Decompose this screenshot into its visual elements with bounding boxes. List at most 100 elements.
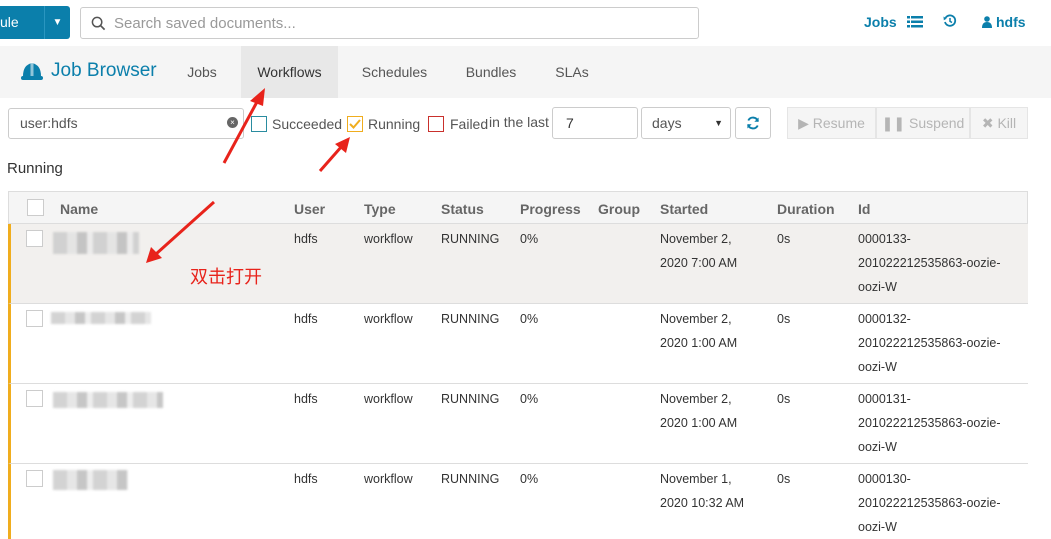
succeeded-label: Succeeded xyxy=(272,116,343,132)
main-button-label: ule xyxy=(0,14,19,30)
running-checkbox[interactable] xyxy=(347,116,363,132)
row-id-part3: oozi-W xyxy=(858,360,897,374)
header-name[interactable]: Name xyxy=(60,201,98,217)
refresh-button[interactable] xyxy=(735,107,771,139)
row-status: RUNNING xyxy=(441,392,500,406)
row-id-part2: 201022212535863-oozie- xyxy=(858,256,1001,270)
history-button[interactable] xyxy=(943,14,957,28)
days-count-input[interactable]: 7 xyxy=(552,107,638,139)
row-user: hdfs xyxy=(294,232,318,246)
redacted-name xyxy=(53,392,163,408)
row-progress: 0% xyxy=(520,312,539,326)
main-dropdown-button[interactable]: ule ▼ xyxy=(0,6,70,39)
row-started-time: 2020 1:00 AM xyxy=(660,416,738,430)
row-duration: 0s xyxy=(777,392,791,406)
row-user: hdfs xyxy=(294,312,318,326)
chevron-down-icon[interactable]: ▼ xyxy=(44,6,70,39)
header-user[interactable]: User xyxy=(294,201,325,217)
row-checkbox[interactable] xyxy=(26,470,43,487)
play-icon: ▶ xyxy=(798,115,809,131)
header-started[interactable]: Started xyxy=(660,201,708,217)
select-caret-icon: ▼ xyxy=(714,118,723,128)
days-unit-select[interactable]: days ▼ xyxy=(641,107,731,139)
row-started-date: November 2, xyxy=(660,232,732,246)
table-row[interactable]: hdfs workflow RUNNING 0% November 1, 202… xyxy=(8,464,1028,539)
header-type[interactable]: Type xyxy=(364,201,396,217)
app-title: Job Browser xyxy=(51,60,157,81)
resume-label: Resume xyxy=(812,115,865,131)
app-brand[interactable]: Job Browser xyxy=(20,60,157,82)
row-progress: 0% xyxy=(520,232,539,246)
filter-text-input[interactable]: user:hdfs xyxy=(8,108,244,139)
search-input[interactable]: Search saved documents... xyxy=(80,7,699,39)
tab-bundles[interactable]: Bundles xyxy=(455,46,527,98)
jobs-label: Jobs xyxy=(864,14,897,30)
arrowhead-running xyxy=(335,137,350,153)
row-type: workflow xyxy=(364,472,413,486)
header-progress[interactable]: Progress xyxy=(520,201,581,217)
table-row[interactable]: hdfs workflow RUNNING 0% November 2, 202… xyxy=(8,384,1028,464)
user-menu[interactable]: hdfs xyxy=(982,14,1026,30)
row-id-part1: 0000132- xyxy=(858,312,911,326)
pause-icon: ❚❚ xyxy=(881,115,906,131)
row-started-date: November 2, xyxy=(660,312,732,326)
tab-workflows[interactable]: Workflows xyxy=(241,46,338,98)
header-group[interactable]: Group xyxy=(598,201,640,217)
failed-checkbox[interactable] xyxy=(428,116,444,132)
kill-button[interactable]: ✖ Kill xyxy=(970,107,1028,139)
row-id-part2: 201022212535863-oozie- xyxy=(858,416,1001,430)
redacted-name xyxy=(53,470,128,490)
row-checkbox[interactable] xyxy=(26,310,43,327)
header-id[interactable]: Id xyxy=(858,201,870,217)
row-progress: 0% xyxy=(520,392,539,406)
row-id-part2: 201022212535863-oozie- xyxy=(858,336,1001,350)
row-id-part3: oozi-W xyxy=(858,440,897,454)
suspend-label: Suspend xyxy=(909,115,965,131)
row-id-part2: 201022212535863-oozie- xyxy=(858,496,1001,510)
row-started-time: 2020 1:00 AM xyxy=(660,336,738,350)
search-placeholder: Search saved documents... xyxy=(114,14,296,32)
row-progress: 0% xyxy=(520,472,539,486)
row-user: hdfs xyxy=(294,392,318,406)
select-all-checkbox[interactable] xyxy=(27,199,44,216)
failed-label: Failed xyxy=(450,116,489,132)
user-label: hdfs xyxy=(996,14,1026,30)
clear-filter-icon[interactable]: × xyxy=(227,117,238,128)
row-checkbox[interactable] xyxy=(26,390,43,407)
header-duration[interactable]: Duration xyxy=(777,201,835,217)
header-status[interactable]: Status xyxy=(441,201,484,217)
job-browser-header: Job Browser Jobs Workflows Schedules Bun… xyxy=(0,46,1051,98)
row-id-part1: 0000133- xyxy=(858,232,911,246)
table-row[interactable]: hdfs workflow RUNNING 0% November 2, 202… xyxy=(8,304,1028,384)
tab-slas[interactable]: SLAs xyxy=(545,46,599,98)
resume-button[interactable]: ▶ Resume xyxy=(787,107,876,139)
table-row[interactable]: hdfs workflow RUNNING 0% November 2, 202… xyxy=(8,224,1028,304)
row-type: workflow xyxy=(364,232,413,246)
suspend-button[interactable]: ❚❚ Suspend xyxy=(876,107,970,139)
tab-jobs[interactable]: Jobs xyxy=(174,46,230,98)
jobs-link[interactable]: Jobs xyxy=(864,14,923,30)
row-id-part1: 0000131- xyxy=(858,392,911,406)
row-id-part1: 0000130- xyxy=(858,472,911,486)
close-icon: ✖ xyxy=(981,115,994,131)
refresh-icon xyxy=(747,116,759,130)
row-status: RUNNING xyxy=(441,312,500,326)
row-id-part3: oozi-W xyxy=(858,520,897,534)
succeeded-checkbox[interactable] xyxy=(251,116,267,132)
running-label: Running xyxy=(368,116,421,132)
row-status: RUNNING xyxy=(441,232,500,246)
row-started-date: November 1, xyxy=(660,472,732,486)
top-navbar: ule ▼ Search saved documents... Jobs hdf… xyxy=(0,0,1051,46)
checkmark-icon xyxy=(349,119,361,129)
row-duration: 0s xyxy=(777,232,791,246)
row-id-part3: oozi-W xyxy=(858,280,897,294)
arrow-to-running-checkbox xyxy=(318,145,344,172)
tab-schedules[interactable]: Schedules xyxy=(352,46,437,98)
annotation-text: 双击打开 xyxy=(190,267,262,288)
row-checkbox[interactable] xyxy=(26,230,43,247)
hard-hat-icon xyxy=(21,62,43,80)
row-type: workflow xyxy=(364,392,413,406)
row-started-time: 2020 7:00 AM xyxy=(660,256,738,270)
in-the-last-label: in the last xyxy=(489,114,549,130)
row-user: hdfs xyxy=(294,472,318,486)
